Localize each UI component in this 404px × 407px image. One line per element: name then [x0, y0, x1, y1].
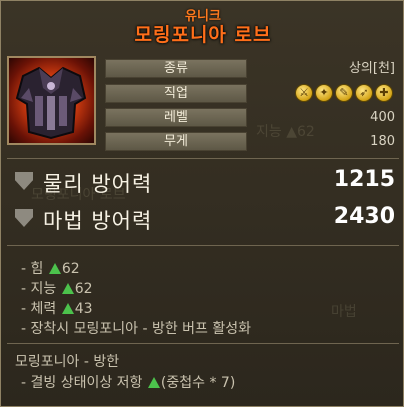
class-icons: ⚔ ✦ ✎ ➶ ✚ [295, 84, 393, 102]
shield-icon [15, 209, 33, 227]
set-effect: - 결빙 상태이상 저항 (중첩수 * 7) [21, 372, 235, 392]
robe-icon [15, 66, 87, 140]
stat-label: 종류 [105, 59, 247, 78]
physical-defense-value: 1215 [333, 167, 395, 192]
physical-defense-row: 물리 방어력 1215 [15, 166, 399, 196]
item-name: 모링포니아 로브 [134, 24, 272, 46]
set-title: 모링포니아 - 방한 [15, 354, 120, 370]
class-icon-3: ✎ [335, 84, 353, 102]
magic-defense-value: 2430 [333, 204, 395, 229]
magic-defense-label: 마법 방어력 [43, 209, 153, 233]
stat-label: 레벨 [105, 108, 247, 127]
bonus-label: - 체력 [21, 301, 61, 317]
set-effect-label: - 결빙 상태이상 저항 [21, 375, 147, 391]
shield-icon [15, 172, 33, 190]
class-icon-2: ✦ [315, 84, 333, 102]
stat-row-weight: 무게 180 [105, 132, 399, 151]
stat-row-class: 직업 ⚔ ✦ ✎ ➶ ✚ [105, 84, 399, 103]
bonus-value: 62 [61, 261, 80, 277]
bonus-vit: - 체력 43 [21, 298, 93, 318]
set-effect-suffix: (중첩수 * 7) [160, 375, 236, 391]
bonus-int: - 지능 62 [21, 278, 93, 298]
divider [7, 158, 399, 159]
stat-row-type: 종류 상의[천] [105, 59, 399, 78]
stat-row-level: 레벨 400 [105, 108, 399, 127]
bonus-label: - 지능 [21, 281, 61, 297]
up-arrow-icon [61, 283, 74, 294]
divider [7, 245, 399, 246]
class-icon-5: ✚ [375, 84, 393, 102]
stat-value: 상의[천] [348, 61, 395, 76]
up-arrow-icon [48, 263, 61, 274]
stat-label: 무게 [105, 132, 247, 151]
bonus-value: 43 [74, 301, 93, 317]
bonus-value: 62 [74, 281, 93, 297]
up-arrow-icon [61, 303, 74, 314]
physical-defense-label: 물리 방어력 [43, 172, 153, 196]
stat-label: 직업 [105, 84, 247, 103]
stat-value: 180 [370, 134, 395, 149]
bonus-str: - 힘 62 [21, 258, 80, 278]
up-arrow-icon [147, 377, 160, 388]
divider [7, 343, 399, 344]
item-icon [7, 56, 96, 145]
stat-value: 400 [370, 110, 395, 125]
magic-defense-row: 마법 방어력 2430 [15, 203, 399, 233]
class-icon-1: ⚔ [295, 84, 313, 102]
ghost-text: 마법 [331, 304, 357, 320]
bonus-label: - 힘 [21, 261, 48, 277]
item-tooltip: 지능 ▲62 모링포니아 로브 마법 유니크 모링포니아 로브 종류 상의[천]… [0, 0, 404, 407]
equip-effect: - 장착시 모링포니아 - 방한 버프 활성화 [21, 321, 252, 337]
class-icon-4: ➶ [355, 84, 373, 102]
